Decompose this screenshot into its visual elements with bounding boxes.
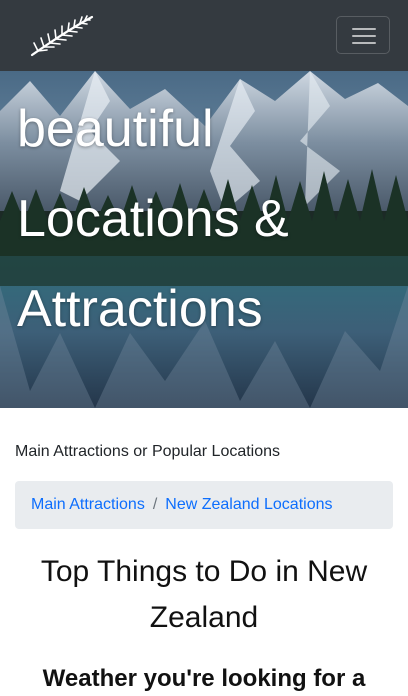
hamburger-menu-icon [352,28,376,30]
page-subheading: Weather you're looking for a [42,665,366,692]
breadcrumb-link-new-zealand-locations[interactable]: New Zealand Locations [165,496,332,513]
hero-title-line: Attractions [17,280,263,338]
section-label: Main Attractions or Popular Locations [15,443,281,460]
hero-title-line: Locations & [17,190,289,248]
page-heading: Top Things to Do in New Zealand [40,555,368,634]
breadcrumb-separator: / [152,496,158,513]
navbar-toggler-button[interactable] [336,16,390,54]
hamburger-menu-icon-bar [352,42,376,44]
breadcrumb: Main Attractions / New Zealand Locations [15,481,393,529]
silver-fern-icon[interactable] [28,14,96,58]
breadcrumb-link-main-attractions[interactable]: Main Attractions [31,496,145,513]
hero-title-line: beautiful [17,100,214,158]
hero-banner: beautiful Locations & Attractions [0,71,408,408]
hero-title: beautiful Locations & Attractions [17,84,397,354]
hamburger-menu-icon-bar [352,35,376,37]
top-navbar [0,0,408,71]
